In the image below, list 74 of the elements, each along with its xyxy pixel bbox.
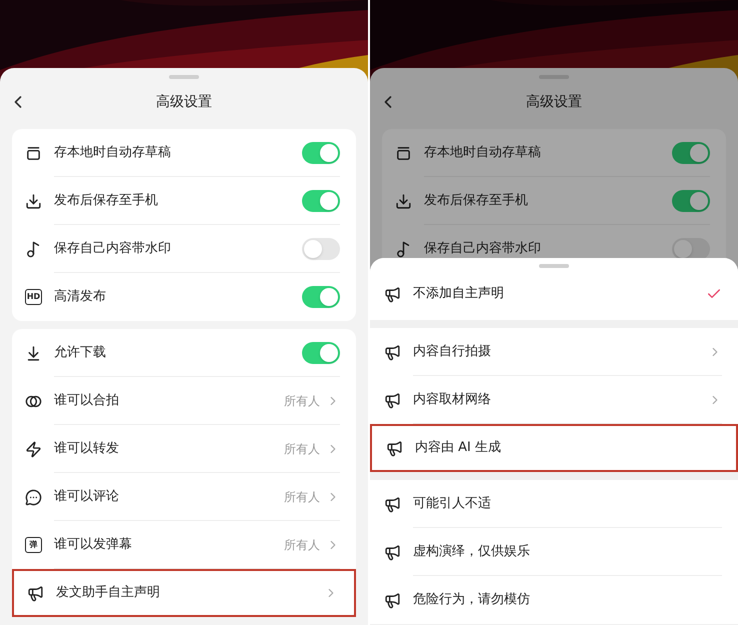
setting-row[interactable]: 谁可以评论 所有人 [12,473,356,521]
setting-label: 谁可以发弹幕 [54,536,133,554]
megaphone-icon [384,496,401,512]
sheet-title: 高级设置 [526,92,582,112]
setting-row[interactable]: HD 高清发布 [12,273,356,321]
option-label: 虚构演绎，仅供娱乐 [413,542,531,561]
megaphone-icon [386,440,403,456]
setting-value: 所有人 [284,536,320,554]
option-label: 危险行为，请勿模仿 [413,591,531,610]
toggle-switch[interactable] [302,190,340,212]
megaphone-icon [27,584,44,602]
setting-label: 保存自己内容带水印 [54,240,172,258]
setting-label: 保存自己内容带水印 [424,240,542,258]
lightning-icon [25,440,42,458]
toggle-switch[interactable] [672,142,710,164]
option-label: 内容由 AI 生成 [415,439,502,458]
sheet-title: 高级设置 [156,92,212,112]
drag-handle[interactable] [169,75,199,79]
megaphone-icon [384,286,401,302]
toggle-switch[interactable] [302,342,340,364]
megaphone-icon [384,392,401,408]
setting-label: 允许下载 [54,344,107,362]
declaration-option[interactable]: 内容取材网络 [370,376,738,424]
setting-value: 所有人 [284,392,320,410]
toggle-switch[interactable] [302,286,340,308]
music-note-icon [25,240,42,258]
tray-icon [395,144,412,162]
setting-label: 发布后保存至手机 [424,192,529,210]
megaphone-icon [384,544,401,560]
download-icon [395,192,412,210]
hd-icon: HD [25,289,42,305]
setting-value: 所有人 [284,488,320,506]
setting-value: 所有人 [284,440,320,458]
megaphone-icon [384,592,401,608]
setting-row[interactable]: 发布后保存至手机 [12,177,356,225]
setting-label: 谁可以合拍 [54,392,120,410]
danmaku-icon: 弹 [25,537,42,553]
toggle-switch[interactable] [672,238,710,260]
setting-label: 发文助手自主声明 [56,584,161,602]
music-note-icon [395,240,412,258]
tray-icon [25,144,42,162]
declaration-option[interactable]: 可能引人不适 [370,480,738,528]
setting-label: 谁可以转发 [54,440,120,458]
setting-label: 高清发布 [54,288,107,306]
declaration-option[interactable]: 虚构演绎，仅供娱乐 [370,528,738,576]
option-label: 不添加自主声明 [413,285,505,304]
option-label: 内容自行拍摄 [413,342,492,361]
setting-row[interactable]: 谁可以合拍 所有人 [12,377,356,425]
toggle-switch[interactable] [302,238,340,260]
setting-label: 存本地时自动存草稿 [54,144,172,162]
declaration-option[interactable]: 内容自行拍摄 [370,328,738,376]
setting-row[interactable]: 发布后保存至手机 [382,177,726,225]
declaration-option[interactable]: 危险行为，请勿模仿 [370,576,738,624]
setting-row[interactable]: 存本地时自动存草稿 [12,129,356,177]
setting-row[interactable]: 发文助手自主声明 [12,569,356,617]
toggle-switch[interactable] [672,190,710,212]
setting-row[interactable]: 保存自己内容带水印 [12,225,356,273]
megaphone-icon [384,344,401,360]
option-label: 内容取材网络 [413,390,492,409]
drag-handle[interactable] [539,264,569,268]
setting-label: 发布后保存至手机 [54,192,159,210]
option-label: 可能引人不适 [413,494,492,513]
setting-row[interactable]: 谁可以转发 所有人 [12,425,356,473]
declaration-option[interactable]: 内容由 AI 生成 [370,424,738,472]
setting-row[interactable]: 弹 谁可以发弹幕 所有人 [12,521,356,569]
toggle-switch[interactable] [302,142,340,164]
download-icon [25,192,42,210]
setting-row[interactable]: 存本地时自动存草稿 [382,129,726,177]
setting-label: 谁可以评论 [54,488,120,506]
comment-icon [25,488,42,506]
setting-label: 存本地时自动存草稿 [424,144,542,162]
declaration-option[interactable]: 不添加自主声明 [370,268,738,320]
download-icon [25,344,42,362]
setting-row[interactable]: 允许下载 [12,329,356,377]
